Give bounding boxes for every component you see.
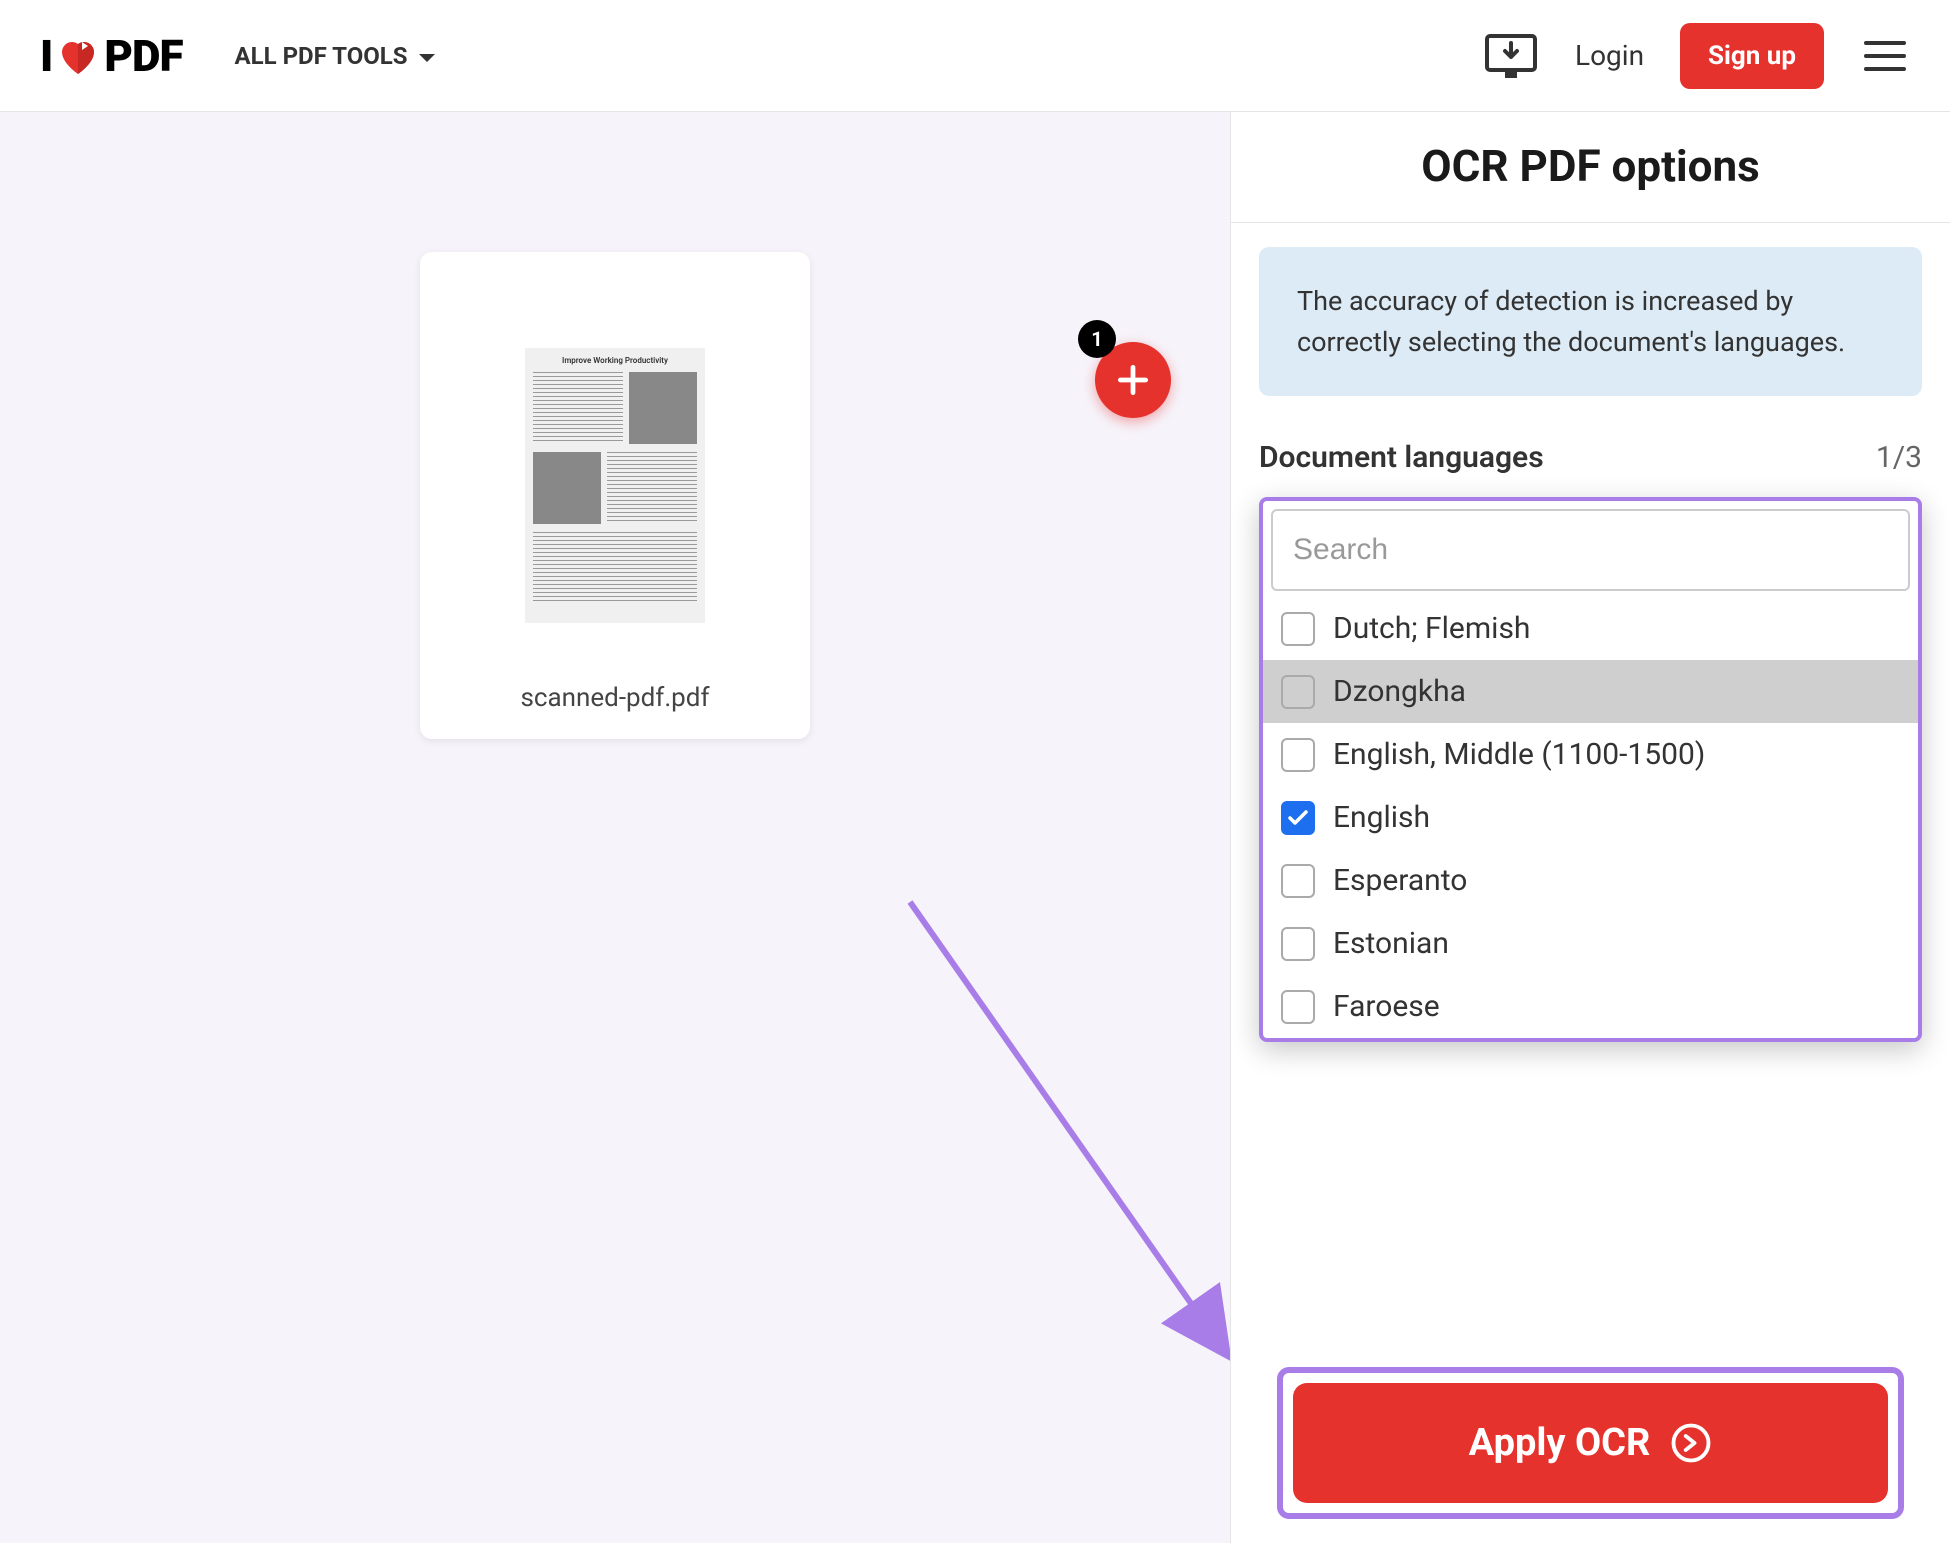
language-option[interactable]: Dzongkha [1263,660,1918,723]
language-checkbox[interactable] [1281,612,1315,646]
language-label: English [1333,800,1430,835]
logo[interactable]: I PDF [40,30,183,82]
language-selector-panel: Dutch; Flemish Dzongkha English, Middle (1… [1259,497,1922,1042]
language-checkbox[interactable] [1281,927,1315,961]
file-canvas: Improve Working Productivity scanned-pdf… [0,112,1230,1543]
heart-icon [54,32,102,80]
language-checkbox[interactable] [1281,990,1315,1024]
caret-down-icon [418,42,436,70]
header: I PDF ALL PDF TOOLS Login Sign up [0,0,1950,112]
main: Improve Working Productivity scanned-pdf… [0,112,1950,1543]
language-label: English, Middle (1100-1500) [1333,737,1705,772]
menu-icon[interactable] [1860,37,1910,75]
language-label: Dzongkha [1333,674,1466,709]
language-option[interactable]: English [1263,786,1918,849]
language-label: Faroese [1333,989,1440,1024]
language-checkbox[interactable] [1281,738,1315,772]
language-search-input[interactable] [1271,509,1910,591]
languages-header: Document languages 1/3 [1259,440,1922,475]
languages-count: 1/3 [1876,440,1922,475]
logo-suffix: PDF [104,30,182,82]
language-option[interactable]: Faroese [1263,975,1918,1038]
info-box: The accuracy of detection is increased b… [1259,247,1922,396]
header-right: Login Sign up [1483,23,1910,89]
language-option[interactable]: Esperanto [1263,849,1918,912]
languages-label: Document languages [1259,440,1544,475]
language-option[interactable]: English, Middle (1100-1500) [1263,723,1918,786]
thumb-title: Improve Working Productivity [533,356,697,366]
language-checkbox[interactable] [1281,675,1315,709]
plus-icon [1114,361,1152,399]
language-list[interactable]: Dutch; Flemish Dzongkha English, Middle (1… [1263,597,1918,1038]
language-option[interactable]: Estonian [1263,912,1918,975]
file-count-badge: 1 [1078,320,1116,358]
language-label: Dutch; Flemish [1333,611,1530,646]
logo-prefix: I [40,30,52,82]
file-thumbnail: Improve Working Productivity [525,348,705,623]
all-tools-dropdown[interactable]: ALL PDF TOOLS [235,42,436,70]
download-desktop-icon[interactable] [1483,32,1539,80]
file-card[interactable]: Improve Working Productivity scanned-pdf… [420,252,810,739]
file-name: scanned-pdf.pdf [446,683,784,713]
options-sidebar: OCR PDF options The accuracy of detectio… [1230,112,1950,1543]
signup-button[interactable]: Sign up [1680,23,1824,89]
tools-label: ALL PDF TOOLS [235,42,408,70]
apply-highlight: Apply OCR [1277,1367,1904,1519]
language-checkbox[interactable] [1281,801,1315,835]
apply-section: Apply OCR [1259,1347,1922,1543]
arrow-right-circle-icon [1670,1422,1712,1464]
language-checkbox[interactable] [1281,864,1315,898]
language-label: Esperanto [1333,863,1467,898]
apply-label: Apply OCR [1469,1421,1651,1465]
login-link[interactable]: Login [1575,39,1644,72]
language-option[interactable]: Dutch; Flemish [1263,597,1918,660]
language-label: Estonian [1333,926,1449,961]
sidebar-title: OCR PDF options [1231,112,1950,223]
apply-ocr-button[interactable]: Apply OCR [1293,1383,1888,1503]
sidebar-body: The accuracy of detection is increased b… [1231,223,1950,1543]
